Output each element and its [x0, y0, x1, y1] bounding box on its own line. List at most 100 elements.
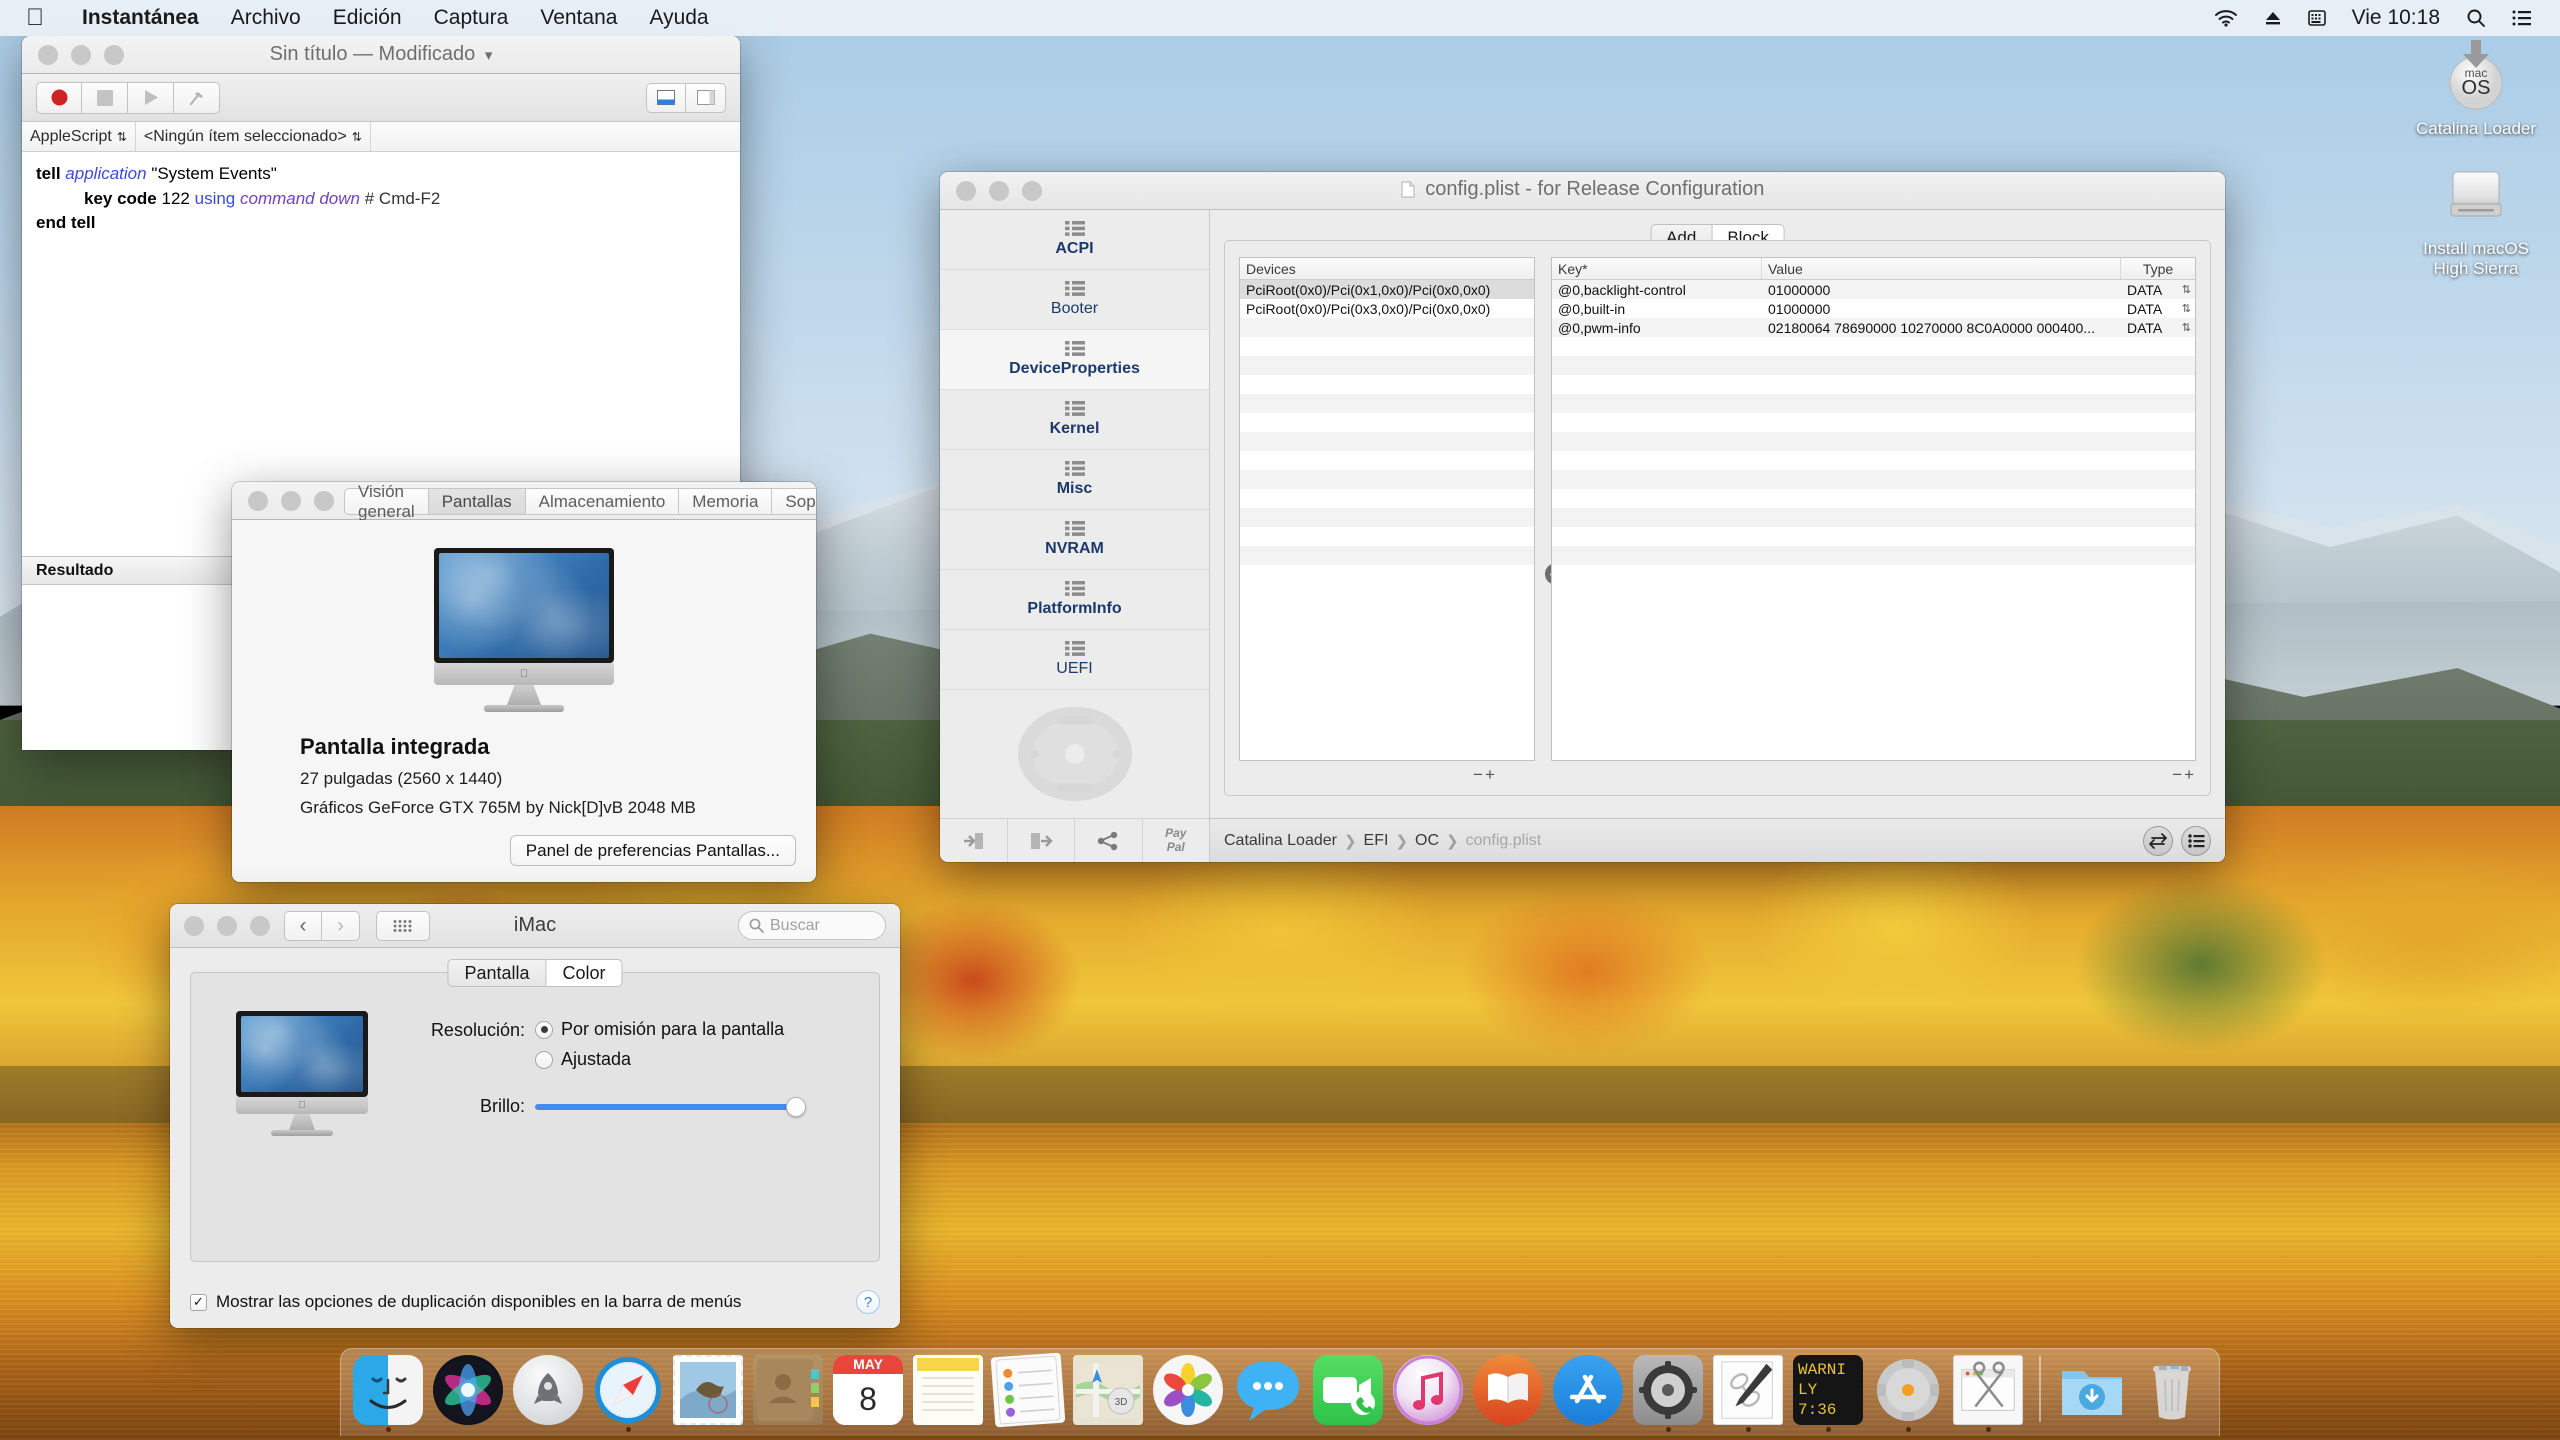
table-row-empty[interactable] [1240, 565, 1534, 584]
table-row-empty[interactable] [1240, 394, 1534, 413]
breadcrumb-item[interactable]: Catalina Loader [1224, 832, 1337, 850]
radio-scaled-resolution[interactable]: Ajustada [535, 1049, 784, 1070]
properties-stepper[interactable]: − + [2172, 765, 2194, 785]
displays-preferences-window[interactable]: ‹ › iMac Buscar Pantalla Color Resolució… [170, 904, 900, 1328]
table-row-empty[interactable] [1240, 318, 1534, 337]
dock-item-mail[interactable] [671, 1355, 745, 1432]
desktop-icon-install-macos-high-sierra[interactable]: Install macOS High Sierra [2406, 162, 2546, 280]
about-mac-titlebar[interactable]: Visión general Pantallas Almacenamiento … [232, 482, 816, 521]
language-popup[interactable]: AppleScript ⇅ [22, 121, 136, 152]
close-button[interactable] [184, 915, 204, 936]
item-popup[interactable]: <Ningún ítem seleccionado> ⇅ [136, 121, 371, 152]
dock-item-finder[interactable] [351, 1355, 425, 1432]
table-row-empty[interactable] [1240, 337, 1534, 356]
dock-item-maps[interactable]: 3D [1071, 1355, 1145, 1432]
share-button[interactable] [1075, 819, 1143, 862]
minimize-button[interactable] [71, 44, 91, 65]
about-this-mac-window[interactable]: Visión general Pantallas Almacenamiento … [232, 482, 816, 882]
tab-almacenamiento[interactable]: Almacenamiento [525, 488, 680, 515]
table-row-empty[interactable] [1240, 451, 1534, 470]
table-row-empty[interactable] [1240, 375, 1534, 394]
tab-vision-general[interactable]: Visión general [344, 482, 429, 521]
dock-item-terminal[interactable]: WARNI LY 7:36 [1791, 1355, 1865, 1432]
table-row-empty[interactable] [1552, 394, 2195, 413]
radio-button[interactable] [535, 1050, 553, 1069]
window-controls[interactable] [184, 915, 270, 936]
devices-table[interactable]: Devices PciRoot(0x0)/Pci(0x1,0x0)/Pci(0x… [1239, 257, 1535, 761]
property-type[interactable]: DATA ⇅ [2121, 320, 2195, 336]
export-button[interactable] [1008, 819, 1075, 862]
maximize-button[interactable] [250, 915, 270, 936]
table-row-empty[interactable] [1240, 508, 1534, 527]
view-bottom-pane-button[interactable] [646, 82, 686, 113]
table-row-empty[interactable] [1552, 470, 2195, 489]
breadcrumb-item[interactable]: config.plist [1466, 832, 1542, 850]
table-row-empty[interactable] [1240, 489, 1534, 508]
sidebar-item-booter[interactable]: Booter [940, 270, 1209, 330]
dock-item-contacts[interactable] [751, 1355, 825, 1432]
menu-item-edicion[interactable]: Edición [317, 6, 418, 30]
notification-center-icon[interactable] [2512, 9, 2532, 27]
chevron-updown-icon[interactable]: ⇅ [2182, 302, 2191, 315]
table-row-empty[interactable] [1552, 432, 2195, 451]
dock-item-ibooks[interactable] [1471, 1355, 1545, 1432]
property-type[interactable]: DATA ⇅ [2121, 301, 2195, 317]
input-source-icon[interactable] [2307, 9, 2326, 27]
tab-color[interactable]: Color [546, 959, 623, 987]
table-row-empty[interactable] [1240, 356, 1534, 375]
table-row-empty[interactable] [1240, 432, 1534, 451]
radio-button[interactable] [535, 1020, 553, 1039]
table-row-empty[interactable] [1552, 508, 2195, 527]
dock-item-calendar[interactable]: MAY 8 [831, 1355, 905, 1432]
dock-item-system-preferences[interactable] [1631, 1355, 1705, 1432]
dock-item-siri[interactable] [431, 1355, 505, 1432]
minimize-button[interactable] [217, 915, 237, 936]
devices-stepper[interactable]: − + [1473, 765, 1495, 785]
tab-pantalla[interactable]: Pantalla [447, 959, 547, 987]
search-input[interactable]: Buscar [738, 911, 886, 940]
tab-soporte[interactable]: Soporte [772, 488, 816, 515]
desktop-icon-catalina-loader[interactable]: mac OS Catalina Loader [2406, 36, 2546, 139]
minimize-button[interactable] [989, 180, 1009, 201]
dock-item-trash[interactable] [2135, 1355, 2209, 1432]
sidebar-item-deviceproperties[interactable]: DeviceProperties [940, 330, 1209, 390]
apple-logo-icon[interactable]:  [26, 6, 44, 30]
import-button[interactable] [940, 819, 1008, 862]
table-row[interactable]: @0,built-in 01000000 DATA ⇅ [1552, 299, 2195, 318]
slider-knob[interactable] [786, 1096, 806, 1117]
table-row-empty[interactable] [1552, 451, 2195, 470]
config-plist-titlebar[interactable]: config.plist - for Release Configuration [940, 172, 2225, 210]
table-row-empty[interactable] [1240, 470, 1534, 489]
mirror-display-checkbox[interactable]: ✓ Mostrar las opciones de duplicación di… [190, 1292, 741, 1312]
menu-item-archivo[interactable]: Archivo [215, 6, 317, 30]
dock-item-grab[interactable] [1951, 1355, 2025, 1432]
sidebar-item-acpi[interactable]: ACPI [940, 210, 1209, 270]
help-button[interactable]: ? [856, 1290, 880, 1314]
dock-item-itunes[interactable] [1391, 1355, 1465, 1432]
menu-item-app[interactable]: Instantánea [66, 6, 215, 30]
window-controls[interactable] [940, 180, 1042, 201]
remove-property-button[interactable]: − [2172, 765, 2182, 785]
table-row-empty[interactable] [1552, 413, 2195, 432]
back-button[interactable]: ‹ [284, 910, 322, 941]
close-button[interactable] [956, 180, 976, 201]
maximize-button[interactable] [104, 44, 124, 65]
sidebar-item-uefi[interactable]: UEFI [940, 630, 1209, 690]
script-editor-titlebar[interactable]: Sin título — Modificado ▾ [22, 36, 740, 74]
tab-memoria[interactable]: Memoria [679, 488, 773, 515]
displays-preferences-button[interactable]: Panel de preferencias Pantallas... [509, 835, 796, 866]
sidebar-item-kernel[interactable]: Kernel [940, 390, 1209, 450]
spotlight-search-icon[interactable] [2466, 8, 2486, 28]
dock-item-photos[interactable] [1151, 1355, 1225, 1432]
column-header-type[interactable]: Type [2121, 258, 2195, 279]
table-row-empty[interactable] [1552, 546, 2195, 565]
menu-bar-clock[interactable]: Vie 10:18 [2352, 6, 2440, 30]
stop-button[interactable] [82, 81, 128, 114]
add-device-button[interactable]: + [1485, 765, 1495, 785]
eject-icon[interactable] [2264, 9, 2282, 27]
menu-item-ayuda[interactable]: Ayuda [633, 6, 724, 30]
sidebar-item-nvram[interactable]: NVRAM [940, 510, 1209, 570]
column-header-value[interactable]: Value [1762, 258, 2121, 279]
compile-button[interactable] [174, 81, 220, 114]
column-header-devices[interactable]: Devices [1240, 258, 1534, 279]
